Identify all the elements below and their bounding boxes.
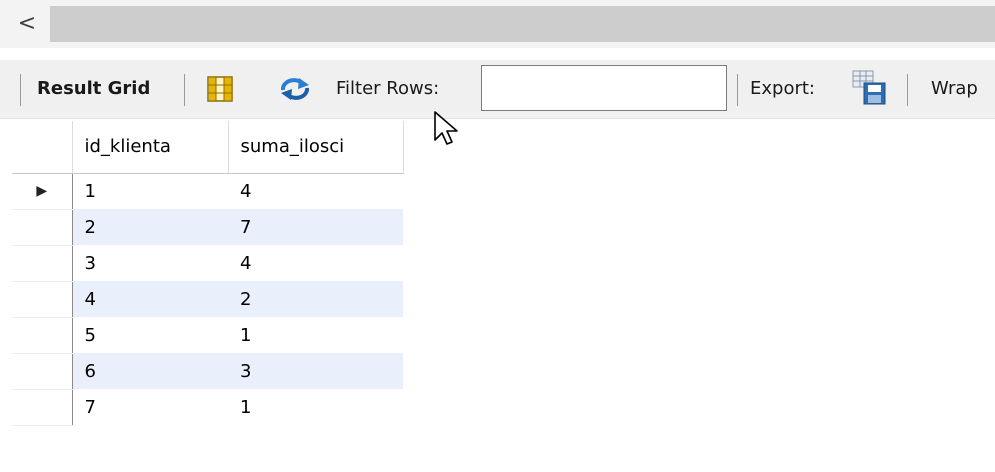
row-header[interactable] bbox=[12, 353, 73, 390]
export-label: Export: bbox=[750, 78, 815, 99]
grid-header-row: id_klienta suma_ilosci bbox=[12, 121, 404, 174]
export-icon[interactable] bbox=[852, 70, 886, 106]
cell-id-klienta[interactable]: 3 bbox=[72, 245, 228, 281]
current-row-arrow-icon: ▶ bbox=[36, 183, 48, 199]
row-header[interactable] bbox=[12, 389, 73, 426]
scrollbar-track[interactable] bbox=[50, 6, 995, 42]
cell-suma-ilosci[interactable]: 3 bbox=[228, 353, 403, 389]
row-header[interactable]: ▶ bbox=[12, 173, 73, 210]
cell-suma-ilosci[interactable]: 1 bbox=[228, 317, 403, 353]
row-header[interactable] bbox=[12, 317, 73, 354]
refresh-icon[interactable] bbox=[277, 76, 313, 102]
table-row[interactable]: 6 3 bbox=[12, 353, 403, 390]
cell-id-klienta[interactable]: 7 bbox=[72, 389, 228, 425]
result-grid-label[interactable]: Result Grid bbox=[37, 78, 150, 99]
cell-suma-ilosci[interactable]: 7 bbox=[228, 209, 403, 245]
filter-rows-label: Filter Rows: bbox=[336, 78, 440, 99]
scroll-left-button[interactable]: < bbox=[12, 6, 42, 40]
toolbar-separator bbox=[737, 74, 738, 106]
cell-suma-ilosci[interactable]: 4 bbox=[228, 173, 403, 209]
mouse-cursor-icon bbox=[434, 111, 458, 145]
filter-rows-input[interactable] bbox=[481, 65, 727, 111]
toolbar-separator bbox=[907, 74, 908, 106]
table-row[interactable]: 2 7 bbox=[12, 209, 403, 246]
cell-suma-ilosci[interactable]: 2 bbox=[228, 281, 403, 317]
cell-suma-ilosci[interactable]: 1 bbox=[228, 389, 403, 425]
cell-id-klienta[interactable]: 5 bbox=[72, 317, 228, 353]
row-header[interactable] bbox=[12, 281, 73, 318]
cell-suma-ilosci[interactable]: 4 bbox=[228, 245, 403, 281]
table-row[interactable]: 4 2 bbox=[12, 281, 403, 318]
cell-id-klienta[interactable]: 6 bbox=[72, 353, 228, 389]
row-header-corner bbox=[12, 121, 73, 174]
grid-layout-icon[interactable] bbox=[207, 76, 233, 102]
cell-id-klienta[interactable]: 2 bbox=[72, 209, 228, 245]
toolbar-separator bbox=[184, 74, 185, 106]
chevron-left-icon: < bbox=[17, 10, 37, 36]
column-header-suma-ilosci[interactable]: suma_ilosci bbox=[228, 121, 404, 174]
cell-id-klienta[interactable]: 1 bbox=[72, 173, 228, 209]
table-row[interactable]: 7 1 bbox=[12, 389, 403, 426]
wrap-label[interactable]: Wrap bbox=[931, 78, 978, 99]
column-header-id-klienta[interactable]: id_klienta bbox=[72, 121, 229, 174]
row-header[interactable] bbox=[12, 209, 73, 246]
table-row[interactable]: 3 4 bbox=[12, 245, 403, 282]
row-header[interactable] bbox=[12, 245, 73, 282]
horizontal-scrollbar[interactable]: < bbox=[0, 0, 995, 48]
cell-id-klienta[interactable]: 4 bbox=[72, 281, 228, 317]
result-grid[interactable]: id_klienta suma_ilosci ▶ 1 4 2 7 3 4 4 2… bbox=[12, 121, 404, 426]
table-row[interactable]: ▶ 1 4 bbox=[12, 173, 403, 210]
table-row[interactable]: 5 1 bbox=[12, 317, 403, 354]
toolbar-separator bbox=[20, 74, 21, 106]
